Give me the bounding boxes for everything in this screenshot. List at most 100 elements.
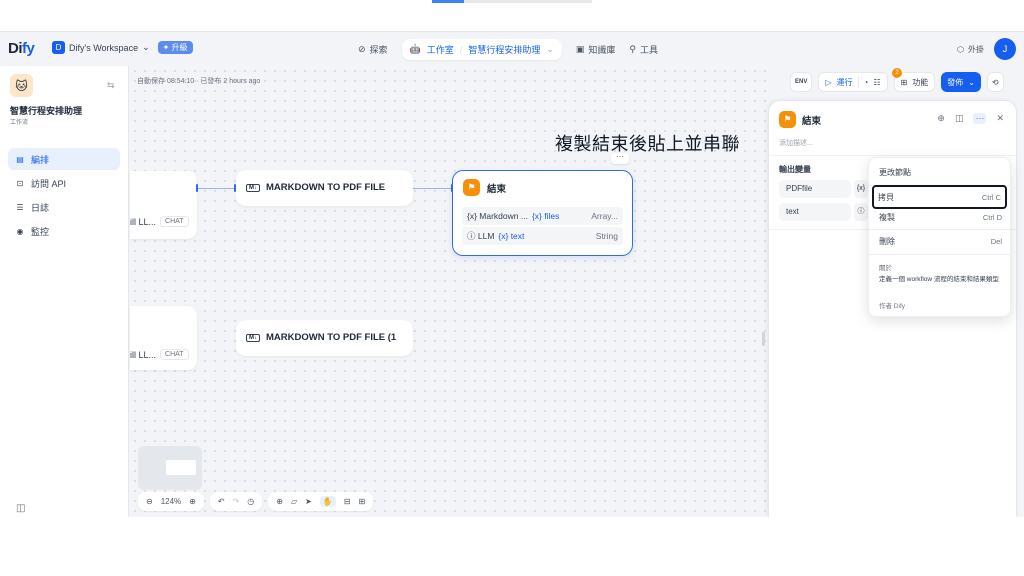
node-handle[interactable] (196, 184, 198, 192)
checklist-icon[interactable]: ☷ (873, 78, 880, 87)
nav-explore[interactable]: ⊘ 探索 (358, 43, 388, 56)
row-var: {x} text (498, 231, 525, 241)
panel-resize-handle[interactable] (762, 332, 765, 346)
markdown-to-pdf-node[interactable]: M↓ MARKDOWN TO PDF FILE (1 (236, 320, 413, 356)
browser-tab-indicator (432, 0, 592, 3)
menu-copy[interactable]: 拷貝 Ctrl C (872, 185, 1007, 209)
menu-duplicate[interactable]: 複製 Ctrl D (875, 207, 1006, 227)
chevron-down-icon: ⌄ (142, 42, 150, 52)
end-flag-icon: ⚑ (779, 111, 796, 128)
undo-icon[interactable]: ↶ (218, 497, 225, 506)
nav-studio-label: 工作室 (426, 45, 454, 55)
menu-change-node[interactable]: 更改節點 (875, 162, 1006, 182)
app-name: 智慧行程安排助理 (10, 106, 83, 116)
description-input[interactable]: 添加描述... (779, 138, 813, 148)
history-log-icon[interactable]: ◔ (864, 78, 869, 87)
run-button[interactable]: 運行 (837, 77, 853, 88)
menu-shortcut: Del (990, 236, 1002, 246)
end-node-row: {x} Markdown ... {x} files Array... (462, 207, 623, 225)
sidebar-item-api[interactable]: ⊡ 訪問 API (8, 172, 120, 194)
menu-label: 複製 (879, 212, 895, 222)
version-history-button[interactable]: ⟲ (986, 72, 1004, 92)
edge-llm-to-md (197, 188, 235, 189)
output-var-name[interactable]: text (779, 203, 851, 221)
canvas-tools: ⊕ ▱ ➤ ✋ ⊟ ⊞ (268, 492, 374, 511)
sidebar-item-orchestrate[interactable]: ▤ 編排 (8, 148, 120, 170)
browser-tab-active-indicator (432, 0, 464, 3)
panel-header-icons: ⊕ ◫ ··· ✕ (937, 113, 1004, 124)
publish-button[interactable]: 發佈 ⌄ (941, 72, 981, 92)
notification-badge: 2 (892, 68, 902, 78)
book-icon: ▣ (575, 44, 585, 54)
node-more-button[interactable]: ··· (611, 153, 629, 164)
plugins-label: 外掛 (968, 44, 984, 54)
workspace-selector[interactable]: D Dify's Workspace ⌄ ✦ 升級 (52, 41, 193, 54)
header-right: ⬡ 外掛 J (957, 38, 1016, 60)
llm-node-partial[interactable]: ill LL... CHAT (130, 306, 197, 370)
workspace-initial: D (52, 41, 65, 54)
chevron-down-icon: ⌄ (968, 77, 975, 87)
history-controls: ↶ ↷ ◷ (209, 492, 263, 511)
logo-text: Di (8, 40, 23, 57)
more-icon[interactable]: ··· (973, 113, 987, 124)
add-node-icon[interactable]: ⊕ (276, 497, 283, 506)
run-divider (857, 76, 859, 88)
env-variables-button[interactable]: ENV (790, 72, 813, 92)
history-icon[interactable]: ◷ (247, 497, 254, 506)
panel-title[interactable]: 結束 (802, 113, 821, 127)
run-group: ▷ 運行 ◔ ☷ (818, 72, 888, 92)
output-var-chip[interactable]: {x} (854, 180, 868, 198)
nav-tools-label: 工具 (640, 45, 659, 55)
redo-icon[interactable]: ↷ (233, 497, 240, 506)
menu-separator (869, 185, 1010, 186)
zoom-in-icon[interactable]: ⊕ (189, 497, 196, 506)
llm-node-partial[interactable]: ill LL... CHAT (130, 171, 197, 239)
upgrade-button[interactable]: ✦ 升級 (157, 41, 193, 54)
menu-separator (869, 229, 1010, 230)
close-icon[interactable]: ✕ (996, 113, 1004, 124)
publish-label: 發佈 (947, 77, 964, 87)
plugins-button[interactable]: ⬡ 外掛 (957, 44, 984, 55)
workflow-canvas[interactable]: 自動保存 08:54:10 · 已發布 2 hours ago 複製結束後貼上並… (130, 66, 768, 517)
sidebar-item-logs[interactable]: ☰ 日誌 (8, 196, 120, 218)
menu-delete[interactable]: 刪除 Del (875, 231, 1006, 251)
app-type: 工作流 (10, 120, 29, 126)
avatar[interactable]: J (994, 38, 1016, 60)
zoom-level[interactable]: 124% (161, 497, 181, 506)
nav-studio[interactable]: 🤖 工作室 / 智慧行程安排助理 ⌄ (401, 39, 562, 60)
nav-tools[interactable]: ⚲ 工具 (629, 43, 658, 56)
organize-icon[interactable]: ⊞ (359, 497, 366, 506)
output-var-name[interactable]: PDFfile (779, 180, 851, 198)
sidebar-item-label: 監控 (31, 226, 50, 237)
cube-icon: ⬡ (957, 44, 964, 54)
node-title: MARKDOWN TO PDF FILE (266, 182, 386, 193)
minimap[interactable] (138, 446, 202, 490)
split-view-icon[interactable]: ◫ (955, 113, 964, 124)
dify-logo[interactable]: Dify (8, 40, 35, 57)
end-node-outputs: {x} Markdown ... {x} files Array... ⓘ LL… (462, 207, 623, 247)
app-sidebar: 🐱 ⇆ 智慧行程安排助理 工作流 ▤ 編排 ⊡ 訪問 API ☰ 日誌 ◉ 監控 ◫ (0, 66, 129, 517)
note-icon[interactable]: ▱ (291, 497, 297, 506)
nav-knowledge[interactable]: ▣ 知識庫 (576, 43, 616, 56)
sidebar-collapse-icon[interactable]: ◫ (16, 503, 25, 514)
log-icon: ☰ (16, 202, 24, 212)
markdown-to-pdf-node[interactable]: M↓ MARKDOWN TO PDF FILE (236, 170, 413, 206)
chevron-down-icon: ⌄ (546, 44, 554, 54)
sidebar-menu: ▤ 編排 ⊡ 訪問 API ☰ 日誌 ◉ 監控 (8, 148, 120, 244)
markdown-icon: M↓ (246, 183, 260, 192)
current-app-selector[interactable]: 智慧行程安排助理 (468, 43, 540, 56)
export-image-icon[interactable]: ⊟ (344, 497, 351, 506)
play-icon: ▷ (825, 77, 832, 87)
panel-divider (769, 155, 1016, 156)
hand-icon[interactable]: ✋ (319, 496, 336, 507)
pointer-icon[interactable]: ➤ (305, 497, 312, 506)
end-node[interactable]: ⚑ 結束 {x} Markdown ... {x} files Array... … (452, 170, 633, 256)
help-icon[interactable]: ⊕ (937, 113, 945, 124)
sidebar-item-monitor[interactable]: ◉ 監控 (8, 220, 120, 242)
row-source: {x} Markdown ... (467, 211, 528, 221)
output-var-chip[interactable]: ⓘ (854, 203, 868, 221)
restore-icon: ⟲ (991, 77, 999, 87)
monitor-icon: ◉ (16, 226, 24, 236)
app-switch-icon[interactable]: ⇆ (107, 80, 115, 91)
zoom-out-icon[interactable]: ⊖ (146, 497, 153, 506)
